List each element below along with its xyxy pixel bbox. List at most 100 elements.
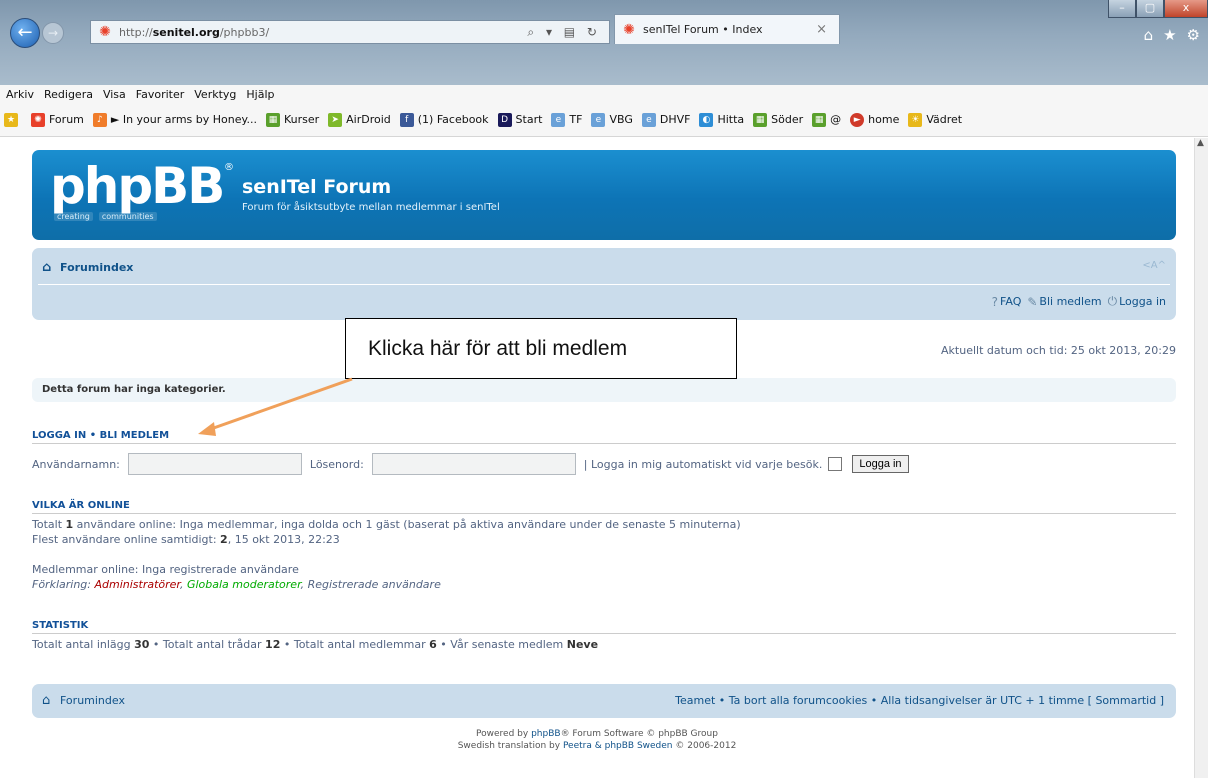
page-scrollbar[interactable]: ▲ [1194,138,1208,778]
menu-hjalp[interactable]: Hjälp [246,88,274,101]
address-bar[interactable]: ✺ http:// senitel.org /phpbb3/ ⌕ ▾ ▤ ↻ [90,20,610,44]
login-register-heading[interactable]: LOGGA IN • BLI MEDLEM [32,430,169,441]
current-datetime: Aktuellt datum och tid: 25 okt 2013, 20:… [941,344,1176,357]
no-categories-notice: Detta forum har inga kategorier. [32,378,1176,402]
close-window-button[interactable]: x [1164,0,1208,18]
favorites-add-icon[interactable]: ★ [4,112,22,127]
menu-favoriter[interactable]: Favoriter [136,88,184,101]
login-section-rule [32,443,1176,444]
music-icon: ♪ [92,112,107,127]
legend-administrators[interactable]: Administratörer [94,578,179,591]
browser-right-icons: ⌂ ★ ⚙ [1144,26,1200,44]
folder-icon: ▦ [265,112,280,127]
fav-home[interactable]: ► home [850,112,899,127]
page-icon: e [641,112,656,127]
back-button[interactable]: ← [10,18,40,48]
fav-kurser[interactable]: ▦ Kurser [265,112,319,127]
phpbb-link[interactable]: phpBB [531,729,560,739]
page-icon: e [591,112,606,127]
footer-links[interactable]: Teamet • Ta bort alla forumcookies • All… [675,694,1164,707]
online-record: Flest användare online samtidigt: 2, 15 … [32,533,340,546]
forum-description: Forum för åsiktsutbyte mellan medlemmar … [242,202,500,213]
logo-tagline: creating communities [54,212,157,221]
favorites-star-icon[interactable]: ★ [1163,26,1176,44]
fav-vbg[interactable]: e VBG [591,112,633,127]
powered-by: Powered by phpBB® Forum Software © phpBB… [476,729,718,739]
window-controls: – ▢ x [1108,0,1208,20]
translation-link[interactable]: Peetra & phpBB Sweden [563,741,673,751]
statistics-line: Totalt antal inlägg 30 • Totalt antal tr… [32,638,599,651]
favorites-bar: ★ ✺ Forum ♪ ► In your arms by Honey... ▦ Ku… [0,103,1208,137]
breadcrumb-forumindex[interactable]: Forumindex [60,261,133,274]
legend-global-moderators[interactable]: Globala moderatorer [187,578,301,591]
login-link[interactable]: ⏻ Logga in [1108,294,1166,309]
footer-navbar: ⌂ Forumindex Teamet • Ta bort alla forum… [32,684,1176,718]
annotation-callout: Klicka här för att bli medlem [345,318,737,379]
menu-arkiv[interactable]: Arkiv [6,88,34,101]
fav-hitta[interactable]: ◐ Hitta [699,112,744,127]
login-form: Användarnamn: Lösenord: | Logga in mig a… [32,451,1176,477]
fav-forum[interactable]: ✺ Forum [31,112,84,127]
group-legend: Förklaring: Administratörer, Globala mod… [32,578,441,591]
font-resize-icon[interactable]: <A^ [1142,260,1166,271]
password-input[interactable] [371,453,576,475]
fav-vadret[interactable]: ☀ Vädret [908,112,962,127]
facebook-icon: f [399,112,414,127]
menu-redigera[interactable]: Redigera [44,88,93,101]
menu-bar: Arkiv Redigera Visa Favoriter Verktyg Hj… [0,85,1208,103]
site-favicon-icon: ✺ [99,24,111,40]
tab-senitel-forum[interactable]: ✺ senITel Forum • Index × [614,14,840,44]
faq-icon: ? [991,294,999,309]
menu-verktyg[interactable]: Verktyg [194,88,236,101]
home-icon: ► [850,112,865,127]
home-outline-icon: ⌂ [42,259,52,275]
fav-dhvf[interactable]: e DHVF [641,112,690,127]
who-is-online-heading[interactable]: VILKA ÄR ONLINE [32,500,130,511]
fav-soder[interactable]: ▦ Söder [753,112,803,127]
address-url-path: /phpbb3/ [219,25,270,39]
online-summary: Totalt 1 användare online: Inga medlemma… [32,518,741,531]
tab-favicon-icon: ✺ [623,21,635,38]
menu-visa[interactable]: Visa [103,88,126,101]
fav-tf[interactable]: e TF [551,112,582,127]
fav-in-your-arms[interactable]: ♪ ► In your arms by Honey... [92,112,257,127]
address-url-prefix: http:// [119,25,153,39]
logo-registered-mark: ® [224,162,234,173]
fav-start[interactable]: D Start [497,112,542,127]
password-label: Lösenord: [309,457,364,471]
footer-forumindex-link[interactable]: Forumindex [60,694,125,707]
breadcrumb: ⌂ Forumindex [42,259,133,275]
fav-at[interactable]: ▦ @ [812,112,841,127]
legend-registered-users[interactable]: Registrerade användare [308,578,441,591]
scroll-up-icon[interactable]: ▲ [1197,138,1204,148]
forward-button[interactable]: → [42,22,64,44]
tab-close-icon[interactable]: × [816,22,827,37]
navbar-divider [38,284,1170,285]
username-input[interactable] [127,453,302,475]
minimize-button[interactable]: – [1108,0,1136,18]
footer-breadcrumb: ⌂ Forumindex [42,694,125,708]
statistics-section-rule [32,633,1176,634]
logo-text: phpBB [50,157,225,215]
tab-title: senITel Forum • Index [643,23,763,36]
register-pencil-icon: ✎ [1027,294,1038,309]
username-label: Användarnamn: [32,457,120,471]
maximize-button[interactable]: ▢ [1136,0,1164,18]
autologin-checkbox[interactable] [828,457,843,471]
forum-page: phpBB ® creating communities senITel For… [0,138,1194,778]
forum-header: phpBB ® creating communities senITel For… [32,150,1176,240]
fav-airdroid[interactable]: ➤ AirDroid [328,112,391,127]
home-icon[interactable]: ⌂ [1144,26,1154,44]
login-button[interactable]: Logga in [852,455,909,473]
autologin-label: | Logga in mig automatiskt vid varje bes… [583,457,823,471]
fav-facebook[interactable]: f (1) Facebook [399,112,489,127]
tools-gear-icon[interactable]: ⚙ [1187,26,1200,44]
faq-link[interactable]: ? FAQ [992,295,1022,309]
phpbb-logo[interactable]: phpBB ® creating communities [50,157,234,226]
members-online: Medlemmar online: Inga registrerade anvä… [32,563,299,576]
address-tools-icons[interactable]: ⌕ ▾ ▤ ↻ [527,25,601,40]
forum-title: senITel Forum [242,176,392,198]
newest-member-link[interactable]: Neve [567,638,598,651]
register-link[interactable]: ✎ Bli medlem [1027,295,1101,309]
power-icon: ⏻ [1107,294,1118,308]
